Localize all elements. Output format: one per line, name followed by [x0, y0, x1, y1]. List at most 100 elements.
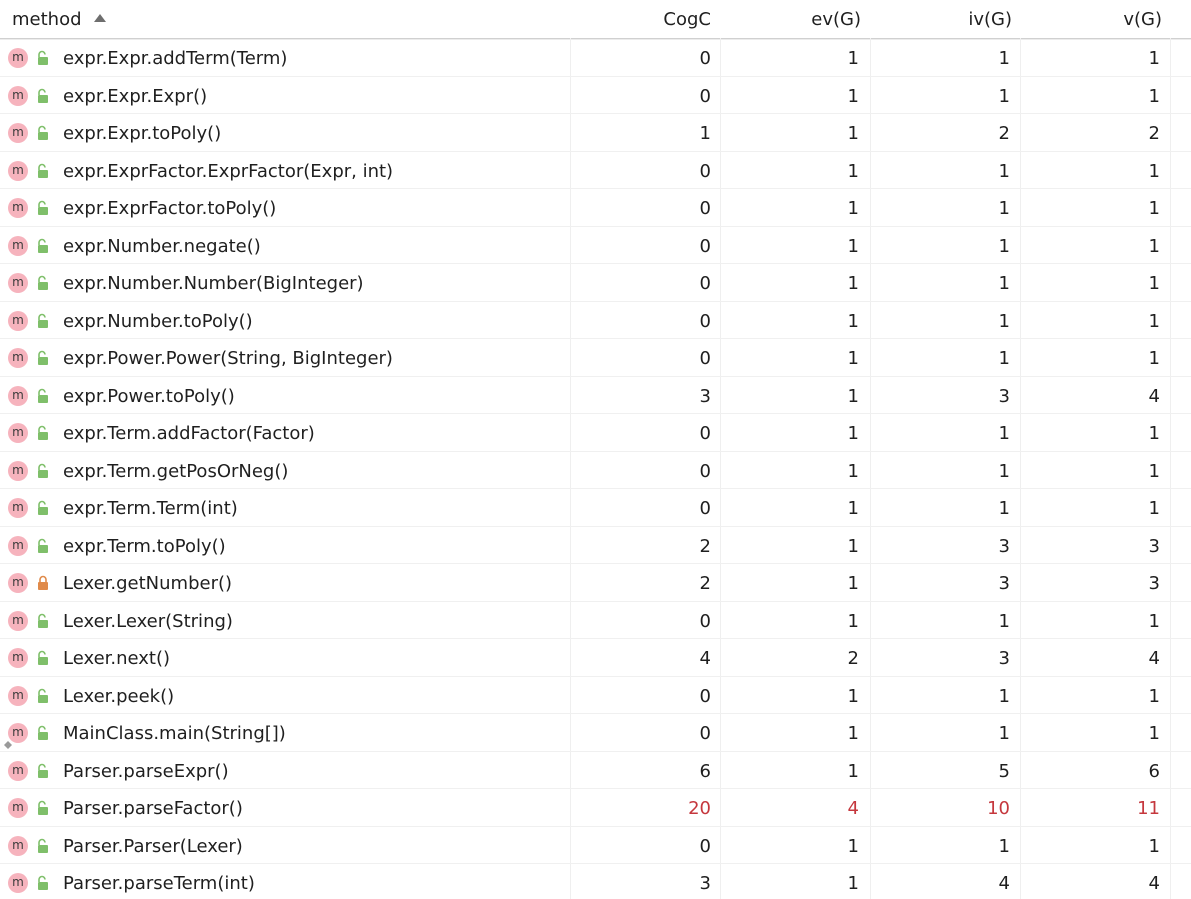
method-icon: m: [8, 48, 28, 68]
public-unlock-icon: [38, 538, 48, 553]
method-icon: m: [8, 348, 28, 368]
public-unlock-icon: [38, 463, 48, 478]
column-header-cogc[interactable]: CogC: [571, 0, 711, 38]
table-row[interactable]: m expr.Number.negate() 0 1 1 1: [0, 227, 1191, 264]
ivg-cell: 1: [998, 85, 1010, 107]
table-row[interactable]: m expr.Expr.toPoly() 1 1 2 2: [0, 114, 1191, 152]
table-row[interactable]: m MainClass.main(String[]) 0 1 1 1: [0, 714, 1191, 752]
cogc-cell: 0: [699, 48, 711, 69]
cogc-cell: 20: [688, 798, 711, 819]
column-header-vg[interactable]: v(G): [1021, 0, 1162, 38]
public-unlock-icon: [38, 88, 48, 103]
method-name-cell: Lexer.Lexer(String): [63, 610, 233, 632]
evg-cell: 1: [847, 873, 859, 894]
method-icon: m: [8, 610, 28, 631]
evg-cell: 1: [847, 160, 859, 182]
vg-cell: 1: [1148, 273, 1160, 294]
ivg-cell: 3: [998, 385, 1010, 407]
table-row[interactable]: m expr.Power.toPoly() 3 1 3 4: [0, 377, 1191, 414]
table-row[interactable]: m Parser.parseTerm(int) 3 1 4 4: [0, 864, 1191, 899]
cogc-cell: 0: [699, 610, 711, 632]
ivg-cell: 1: [998, 685, 1010, 707]
public-unlock-icon: [38, 838, 48, 853]
vg-cell: 1: [1148, 198, 1160, 219]
table-row[interactable]: m expr.Power.Power(String, BigInteger) 0…: [0, 339, 1191, 377]
cogc-cell: 0: [699, 685, 711, 707]
vg-cell: 11: [1137, 798, 1160, 819]
table-row[interactable]: m expr.Number.toPoly() 0 1 1 1: [0, 302, 1191, 339]
method-name-cell: MainClass.main(String[]): [63, 723, 286, 744]
method-icon: m: [8, 310, 28, 331]
table-row[interactable]: m expr.Expr.Expr() 0 1 1 1: [0, 77, 1191, 114]
table-row[interactable]: m expr.ExprFactor.toPoly() 0 1 1 1: [0, 189, 1191, 227]
method-icon: m: [8, 573, 28, 593]
evg-cell: 4: [847, 798, 859, 819]
method-icon: m: [8, 273, 28, 293]
method-icon: m: [8, 423, 28, 443]
cogc-cell: 0: [699, 85, 711, 107]
method-icon: m: [8, 873, 28, 893]
cogc-cell: 0: [699, 348, 711, 369]
cogc-cell: 0: [699, 423, 711, 444]
table-row[interactable]: m Lexer.next() 4 2 3 4: [0, 639, 1191, 677]
cogc-cell: 0: [699, 273, 711, 294]
ivg-cell: 5: [998, 760, 1010, 782]
evg-cell: 1: [847, 460, 859, 482]
table-row[interactable]: m expr.Term.toPoly() 2 1 3 3: [0, 527, 1191, 564]
cogc-cell: 3: [699, 873, 711, 894]
entry-point-icon: [4, 741, 12, 749]
evg-cell: 1: [847, 685, 859, 707]
cogc-cell: 0: [699, 235, 711, 257]
table-row[interactable]: m expr.Term.addFactor(Factor) 0 1 1 1: [0, 414, 1191, 452]
table-row[interactable]: m Lexer.Lexer(String) 0 1 1 1: [0, 602, 1191, 639]
cogc-cell: 2: [699, 535, 711, 557]
column-header-method[interactable]: method: [0, 0, 571, 38]
cogc-cell: 0: [699, 198, 711, 219]
vg-cell: 1: [1148, 160, 1160, 182]
evg-cell: 1: [847, 123, 859, 144]
method-name-cell: Parser.parseFactor(): [63, 798, 243, 819]
method-name-cell: expr.Power.toPoly(): [63, 385, 235, 407]
table-row[interactable]: m expr.ExprFactor.ExprFactor(Expr, int) …: [0, 152, 1191, 189]
table-row[interactable]: m Parser.parseFactor() 20 4 10 11: [0, 789, 1191, 827]
table-row[interactable]: m Parser.Parser(Lexer) 0 1 1 1: [0, 827, 1191, 864]
vg-cell: 4: [1148, 873, 1160, 894]
public-unlock-icon: [38, 763, 48, 778]
ivg-cell: 10: [987, 798, 1010, 819]
column-header-evg[interactable]: ev(G): [721, 0, 861, 38]
vg-cell: 1: [1148, 498, 1160, 519]
public-unlock-icon: [38, 200, 48, 215]
evg-cell: 1: [847, 310, 859, 332]
method-name-cell: expr.Number.negate(): [63, 235, 261, 257]
table-row[interactable]: m expr.Term.Term(int) 0 1 1 1: [0, 489, 1191, 527]
public-unlock-icon: [38, 350, 48, 365]
private-lock-icon: [38, 575, 48, 590]
method-name-cell: expr.Term.getPosOrNeg(): [63, 460, 289, 482]
cogc-cell: 1: [699, 123, 711, 144]
table-header: method CogC ev(G) iv(G) v(G): [0, 0, 1191, 40]
method-name-cell: Parser.Parser(Lexer): [63, 835, 243, 857]
ivg-cell: 1: [998, 498, 1010, 519]
table-row[interactable]: m expr.Number.Number(BigInteger) 0 1 1 1: [0, 264, 1191, 302]
evg-cell: 1: [847, 198, 859, 219]
ivg-cell: 2: [998, 123, 1010, 144]
ivg-cell: 1: [998, 723, 1010, 744]
evg-cell: 1: [847, 48, 859, 69]
table-row[interactable]: m Lexer.getNumber() 2 1 3 3: [0, 564, 1191, 602]
column-header-ivg[interactable]: iv(G): [871, 0, 1012, 38]
public-unlock-icon: [38, 388, 48, 403]
table-row[interactable]: m expr.Term.getPosOrNeg() 0 1 1 1: [0, 452, 1191, 489]
ivg-cell: 1: [998, 48, 1010, 69]
table-row[interactable]: m expr.Expr.addTerm(Term) 0 1 1 1: [0, 39, 1191, 77]
table-row[interactable]: m Parser.parseExpr() 6 1 5 6: [0, 752, 1191, 789]
ivg-cell: 3: [998, 573, 1010, 594]
cogc-cell: 0: [699, 723, 711, 744]
cogc-cell: 4: [699, 648, 711, 669]
public-unlock-icon: [38, 875, 48, 890]
method-name-cell: expr.Expr.Expr(): [63, 85, 208, 107]
cogc-cell: 3: [699, 385, 711, 407]
method-name-cell: Parser.parseExpr(): [63, 760, 229, 782]
evg-cell: 1: [847, 573, 859, 594]
table-row[interactable]: m Lexer.peek() 0 1 1 1: [0, 677, 1191, 714]
ivg-cell: 1: [998, 235, 1010, 257]
